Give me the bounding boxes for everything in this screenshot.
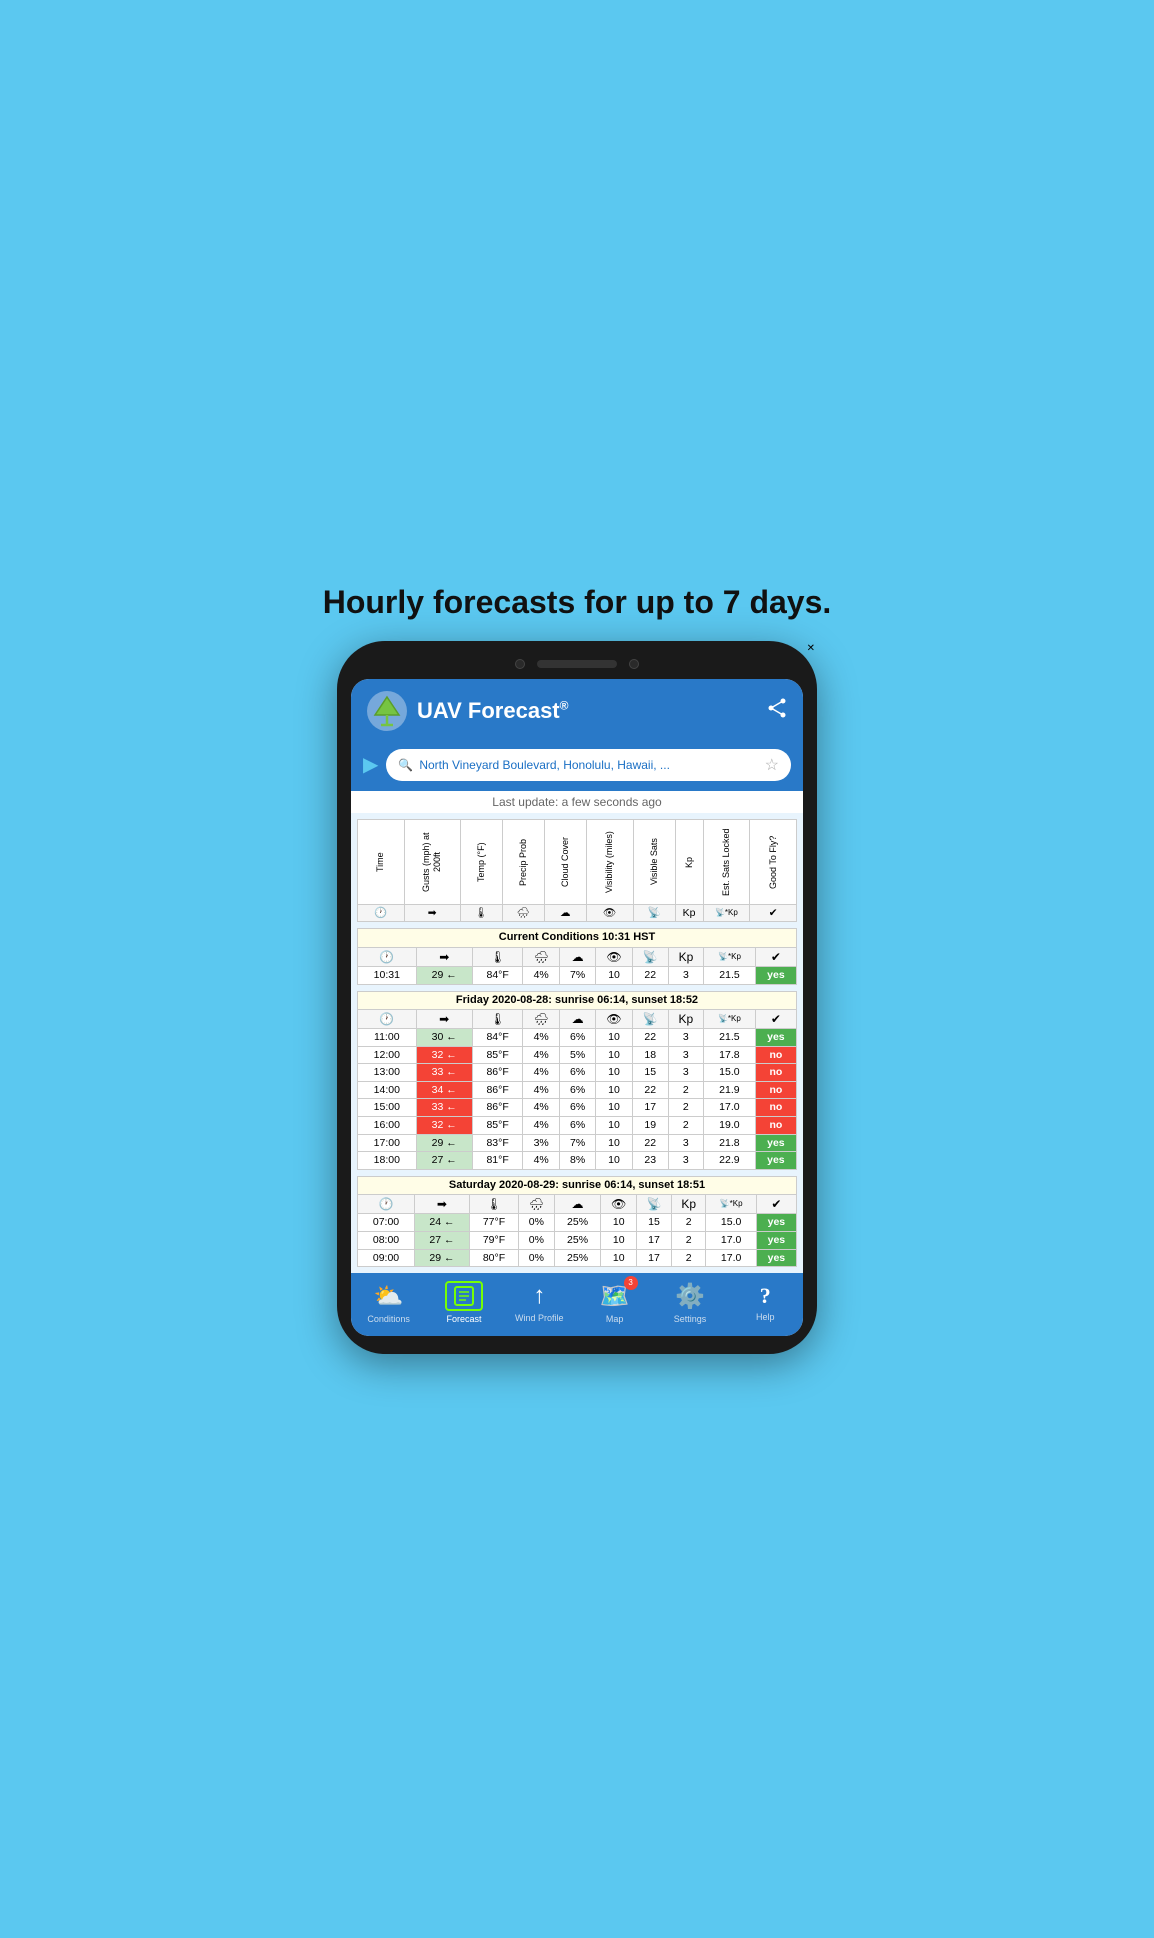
saturday-header: Saturday 2020-08-29: sunrise 06:14, suns… bbox=[358, 1176, 797, 1194]
nav-label-wind-profile: Wind Profile bbox=[515, 1313, 564, 1323]
th-est-sats: Est. Sats Locked bbox=[703, 819, 750, 904]
current-conditions-header: Current Conditions 10:31 HST bbox=[358, 929, 797, 947]
wind-profile-icon: ↑ bbox=[533, 1282, 545, 1310]
current-visibility: 10 bbox=[596, 966, 632, 984]
share-icon[interactable] bbox=[765, 696, 789, 726]
current-icon-row: 🕐➡🌡🌧☁👁📡Kp📡*Kp✔ bbox=[358, 947, 797, 966]
friday-icon-row: 🕐➡🌡🌧☁👁📡Kp📡*Kp✔ bbox=[358, 1009, 797, 1028]
last-update: Last update: a few seconds ago bbox=[351, 791, 803, 813]
header-icons-row: 🕐 ➡ 🌡 🌧 ☁ 👁 📡 Kp 📡*Kp ✔ bbox=[358, 904, 797, 922]
nav-item-settings[interactable]: ⚙️ Settings bbox=[660, 1282, 720, 1324]
search-text: North Vineyard Boulevard, Honolulu, Hawa… bbox=[419, 758, 758, 772]
camera-dot-left bbox=[515, 659, 525, 669]
th-time: Time bbox=[358, 819, 405, 904]
saturday-section: Saturday 2020-08-29: sunrise 06:14, suns… bbox=[357, 1176, 797, 1267]
nav-item-forecast[interactable]: Forecast bbox=[434, 1281, 494, 1324]
headline: Hourly forecasts for up to 7 days. bbox=[313, 584, 842, 621]
friday-header: Friday 2020-08-28: sunrise 06:14, sunset… bbox=[358, 991, 797, 1009]
current-data-row: 10:31 29 ← 84°F 4% 7% 10 22 3 21.5 yes bbox=[358, 966, 797, 984]
settings-icon: ⚙️ bbox=[675, 1282, 705, 1311]
friday-section: Friday 2020-08-28: sunrise 06:14, sunset… bbox=[357, 991, 797, 1170]
th-visibility: Visibility (miles) bbox=[586, 819, 633, 904]
nav-label-settings: Settings bbox=[674, 1314, 707, 1324]
current-est-sats: 21.5 bbox=[704, 966, 756, 984]
header-left: UAV Forecast® bbox=[365, 689, 568, 733]
current-precip: 4% bbox=[523, 966, 559, 984]
current-time: 10:31 bbox=[358, 966, 417, 984]
bottom-nav: ⛅ Conditions Forecast ↑ bbox=[351, 1273, 803, 1336]
th-good-to-fly: Good To Fly? ✕ bbox=[750, 819, 797, 904]
icon-time: 🕐 bbox=[358, 904, 405, 922]
search-input-wrap[interactable]: 🔍 North Vineyard Boulevard, Honolulu, Ha… bbox=[386, 749, 791, 781]
nav-item-help[interactable]: ? Help bbox=[735, 1283, 795, 1322]
location-icon[interactable]: ▶ bbox=[363, 752, 378, 777]
current-good: yes bbox=[755, 966, 796, 984]
current-conditions-section: Current Conditions 10:31 HST 🕐➡🌡🌧☁👁📡Kp📡*… bbox=[357, 928, 797, 984]
friday-row-2: 13:00 33 ← 86°F 4% 6% 10 15 3 15.0 no bbox=[358, 1064, 797, 1082]
icon-good: ✔ bbox=[750, 904, 797, 922]
friday-row-0: 11:00 30 ← 84°F 4% 6% 10 22 3 21.5 yes bbox=[358, 1029, 797, 1047]
phone-device: UAV Forecast® ▶ 🔍 bbox=[337, 641, 817, 1354]
current-kp: 3 bbox=[668, 966, 703, 984]
nav-item-wind-profile[interactable]: ↑ Wind Profile bbox=[509, 1282, 569, 1323]
help-icon: ? bbox=[760, 1283, 771, 1309]
nav-label-map: Map bbox=[606, 1314, 624, 1324]
current-cloud: 7% bbox=[559, 966, 595, 984]
th-cloud: Cloud Cover bbox=[544, 819, 586, 904]
icon-kp: Kp bbox=[675, 904, 703, 922]
icon-wind: ➡ bbox=[404, 904, 460, 922]
nav-label-help: Help bbox=[756, 1312, 775, 1322]
app-header: UAV Forecast® bbox=[351, 679, 803, 743]
th-temp: Temp (°F) bbox=[460, 819, 502, 904]
friday-row-6: 17:00 29 ← 83°F 3% 7% 10 22 3 21.8 yes bbox=[358, 1134, 797, 1152]
current-gusts: 29 ← bbox=[416, 966, 472, 984]
star-icon[interactable]: ☆ bbox=[765, 755, 779, 775]
friday-row-3: 14:00 34 ← 86°F 4% 6% 10 22 2 21.9 no bbox=[358, 1081, 797, 1099]
scrollable-content[interactable]: Time Gusts (mph) at 200ft Temp (°F) Prec… bbox=[351, 813, 803, 1273]
icon-precip: 🌧 bbox=[502, 904, 544, 922]
current-sats: 22 bbox=[632, 966, 668, 984]
saturday-icon-row: 🕐➡🌡🌧☁👁📡Kp📡*Kp✔ bbox=[358, 1195, 797, 1214]
friday-row-4: 15:00 33 ← 86°F 4% 6% 10 17 2 17.0 no bbox=[358, 1099, 797, 1117]
saturday-row-1: 08:00 27 ← 79°F 0% 25% 10 17 2 17.0 yes bbox=[358, 1232, 797, 1250]
icon-visibility: 👁 bbox=[586, 904, 633, 922]
app-title: UAV Forecast® bbox=[417, 698, 568, 724]
icon-cloud: ☁ bbox=[544, 904, 586, 922]
friday-row-1: 12:00 32 ← 85°F 4% 5% 10 18 3 17.8 no bbox=[358, 1046, 797, 1064]
th-gusts: Gusts (mph) at 200ft bbox=[404, 819, 460, 904]
map-icon: 🗺️ 3 bbox=[600, 1282, 630, 1311]
speaker-bar bbox=[537, 660, 617, 668]
nav-label-conditions: Conditions bbox=[367, 1314, 410, 1324]
th-sats: Visible Sats bbox=[633, 819, 675, 904]
map-badge: 3 bbox=[624, 1276, 638, 1290]
icon-est-sats: 📡*Kp bbox=[703, 904, 750, 922]
friday-row-5: 16:00 32 ← 85°F 4% 6% 10 19 2 19.0 no bbox=[358, 1117, 797, 1135]
conditions-icon: ⛅ bbox=[374, 1282, 404, 1311]
icon-sats: 📡 bbox=[633, 904, 675, 922]
current-temp: 84°F bbox=[472, 966, 523, 984]
icon-temp: 🌡 bbox=[460, 904, 502, 922]
page-wrapper: Hourly forecasts for up to 7 days. bbox=[289, 584, 866, 1354]
th-kp: Kp bbox=[675, 819, 703, 904]
th-precip: Precip Prob bbox=[502, 819, 544, 904]
app-logo bbox=[365, 689, 409, 733]
saturday-row-0: 07:00 24 ← 77°F 0% 25% 10 15 2 15.0 yes bbox=[358, 1214, 797, 1232]
main-header-section: Time Gusts (mph) at 200ft Temp (°F) Prec… bbox=[357, 819, 797, 923]
search-bar-row: ▶ 🔍 North Vineyard Boulevard, Honolulu, … bbox=[351, 743, 803, 791]
nav-item-conditions[interactable]: ⛅ Conditions bbox=[359, 1282, 419, 1324]
phone-screen: UAV Forecast® ▶ 🔍 bbox=[351, 679, 803, 1336]
notch-area bbox=[351, 659, 803, 669]
friday-row-7: 18:00 27 ← 81°F 4% 8% 10 23 3 22.9 yes bbox=[358, 1152, 797, 1170]
saturday-row-2: 09:00 29 ← 80°F 0% 25% 10 17 2 17.0 yes bbox=[358, 1249, 797, 1267]
camera-dot-right bbox=[629, 659, 639, 669]
forecast-icon bbox=[445, 1281, 483, 1311]
nav-label-forecast: Forecast bbox=[446, 1314, 481, 1324]
nav-item-map[interactable]: 🗺️ 3 Map bbox=[585, 1282, 645, 1324]
